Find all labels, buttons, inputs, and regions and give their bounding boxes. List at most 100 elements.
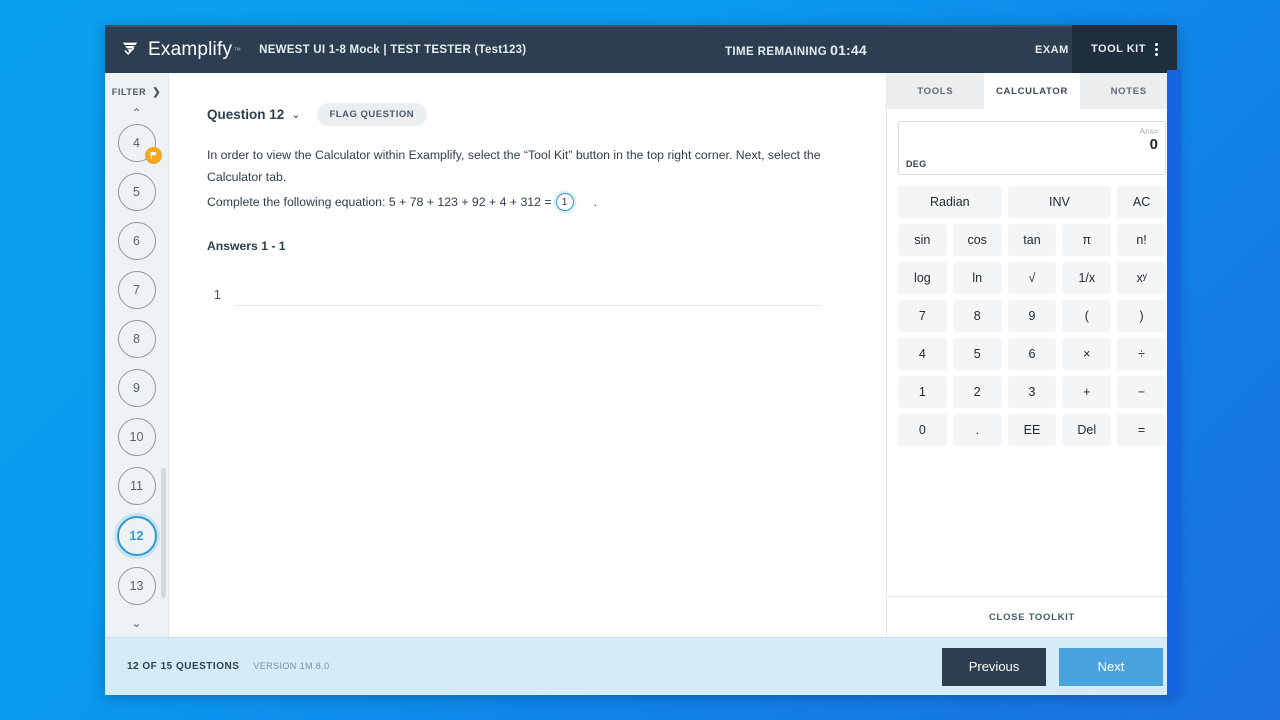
calc-key-9[interactable]: 9 (1007, 300, 1057, 332)
filter-control[interactable]: FILTER ❯ (112, 79, 161, 105)
tool-kit-button[interactable]: TOOL KIT (1072, 25, 1177, 73)
question-nav-label: 8 (133, 332, 140, 346)
brand-logo: Examplify ™ (105, 39, 241, 61)
close-toolkit-button[interactable]: CLOSE TOOLKIT (887, 596, 1177, 637)
answers-label: Answers 1 - 1 (207, 239, 286, 253)
calc-key-3[interactable]: 3 (1007, 376, 1057, 408)
time-remaining-label: TIME REMAINING (725, 46, 828, 58)
chevron-down-icon: ⌄ (131, 616, 142, 630)
calc-key-[interactable]: + (1062, 376, 1112, 408)
flag-icon (144, 147, 162, 164)
question-nav-item-6[interactable]: 6 (117, 222, 156, 260)
scroll-down-button[interactable]: ⌄ (105, 609, 168, 637)
tab-notes[interactable]: NOTES (1080, 73, 1178, 109)
calc-key-7[interactable]: 7 (898, 300, 947, 332)
calc-key-inv[interactable]: INV (1007, 186, 1112, 218)
calc-key-1[interactable]: 1 (898, 376, 947, 408)
calc-key-tan[interactable]: tan (1007, 224, 1057, 256)
calc-key-8[interactable]: 8 (952, 300, 1002, 332)
toolkit-tabs: TOOLS CALCULATOR NOTES (887, 73, 1178, 109)
chevron-right-icon: ❯ (152, 86, 162, 98)
exam-title: NEWEST UI 1-8 Mock | TEST TESTER (Test12… (259, 44, 527, 56)
calc-key-[interactable]: ) (1117, 300, 1166, 332)
top-app-bar: Examplify ™ NEWEST UI 1-8 Mock | TEST TE… (105, 25, 1177, 73)
question-nav-item-4[interactable]: 4 (117, 124, 162, 164)
question-header: Question 12 ⌄ FLAG QUESTION (207, 103, 886, 126)
answer-row: 1 (207, 283, 886, 306)
question-count-status: 12 OF 15 QUESTIONS (127, 661, 240, 672)
question-pane: Question 12 ⌄ FLAG QUESTION In order to … (169, 73, 887, 637)
question-text: In order to view the Calculator within E… (207, 144, 847, 213)
calc-key-[interactable]: ÷ (1117, 338, 1166, 370)
calc-key-2[interactable]: 2 (952, 376, 1002, 408)
calc-key-0[interactable]: 0 (898, 414, 947, 446)
calc-key-[interactable]: ( (1062, 300, 1112, 332)
calculator-body: Ans= 0 DEG Radian INV AC sin cos tan π n! log ln √… (887, 109, 1177, 596)
calc-key-[interactable]: = (1117, 414, 1166, 446)
calc-key-radian[interactable]: Radian (898, 186, 1002, 218)
footer-status: 12 OF 15 QUESTIONS VERSION 1M.8.0 (105, 661, 330, 672)
question-nav-label: 10 (129, 430, 144, 444)
calc-key-[interactable]: √ (1007, 262, 1057, 294)
calc-key-[interactable]: × (1062, 338, 1112, 370)
calc-key-x[interactable]: xʸ (1117, 262, 1166, 294)
main-body: FILTER ❯ ⌃ 4 5 6 7 8 9 10 11 12 13 ⌄ Question 12 … (105, 73, 1178, 637)
question-list: 4 5 6 7 8 9 10 11 12 13 (105, 121, 168, 609)
calc-key-n[interactable]: n! (1117, 224, 1166, 256)
calculator-angle-mode: DEG (906, 159, 927, 169)
calc-key-5[interactable]: 5 (952, 338, 1002, 370)
previous-button[interactable]: Previous (942, 647, 1046, 686)
tab-tools[interactable]: TOOLS (887, 73, 984, 109)
next-button[interactable]: Next (1059, 647, 1163, 686)
calc-key-cos[interactable]: cos (952, 224, 1002, 256)
sidebar-scrollbar[interactable] (161, 468, 166, 598)
answer-number: 1 (213, 287, 221, 302)
question-nav-item-7[interactable]: 7 (117, 271, 156, 309)
examplify-logo-icon (122, 42, 138, 55)
question-nav-item-8[interactable]: 8 (117, 320, 156, 358)
calc-key-ac[interactable]: AC (1117, 186, 1166, 218)
equation-suffix: . (593, 195, 597, 209)
calc-key-ee[interactable]: EE (1007, 414, 1057, 446)
examplify-app-window: Examplify ™ NEWEST UI 1-8 Mock | TEST TE… (105, 25, 1178, 695)
calc-key-1-x[interactable]: 1/x (1062, 262, 1112, 294)
question-nav-label: 4 (133, 136, 140, 150)
toolkit-panel: TOOLS CALCULATOR NOTES Ans= 0 DEG Radian IN… (887, 73, 1178, 637)
time-remaining: TIME REMAINING 01:44 (725, 42, 867, 58)
calc-key-[interactable]: . (952, 414, 1002, 446)
calc-key-del[interactable]: Del (1062, 414, 1112, 446)
calc-key-sin[interactable]: sin (898, 224, 947, 256)
chevron-down-icon: ⌄ (291, 109, 301, 121)
question-nav-label: 9 (133, 381, 140, 395)
question-nav-label: 12 (129, 529, 144, 543)
tab-calculator[interactable]: CALCULATOR (983, 73, 1081, 109)
kebab-menu-icon (1154, 42, 1158, 56)
blank-marker-1[interactable]: 1 (555, 193, 574, 211)
question-nav-item-13[interactable]: 13 (117, 567, 156, 605)
question-nav-item-11[interactable]: 11 (117, 467, 156, 505)
brand-trademark: ™ (233, 45, 242, 55)
question-nav-item-5[interactable]: 5 (117, 173, 156, 211)
navigation-buttons: Previous Next (942, 647, 1163, 686)
question-nav-item-9[interactable]: 9 (117, 369, 156, 407)
question-nav-label: 6 (133, 234, 140, 248)
question-navigator-sidebar: FILTER ❯ ⌃ 4 5 6 7 8 9 10 11 12 13 ⌄ (105, 73, 169, 637)
calc-key-[interactable]: π (1062, 224, 1112, 256)
answer-input-1[interactable] (235, 283, 821, 306)
question-nav-label: 7 (133, 283, 140, 297)
question-nav-item-10[interactable]: 10 (117, 418, 156, 456)
filter-label: FILTER (111, 87, 147, 97)
calc-key-[interactable]: − (1117, 376, 1166, 408)
scroll-up-button[interactable]: ⌃ (131, 105, 141, 121)
calculator-ans-label: Ans= (1139, 126, 1159, 136)
calc-key-6[interactable]: 6 (1007, 338, 1057, 370)
question-title-dropdown[interactable]: Question 12 ⌄ (207, 107, 301, 122)
time-remaining-value: 01:44 (830, 42, 867, 58)
question-nav-item-12[interactable]: 12 (116, 516, 157, 556)
question-nav-label: 11 (130, 479, 143, 493)
calc-key-4[interactable]: 4 (898, 338, 947, 370)
equation-prefix: Complete the following equation: 5 + 78 … (207, 195, 552, 209)
calc-key-log[interactable]: log (898, 262, 947, 294)
flag-question-button[interactable]: FLAG QUESTION (316, 103, 428, 126)
calc-key-ln[interactable]: ln (952, 262, 1002, 294)
